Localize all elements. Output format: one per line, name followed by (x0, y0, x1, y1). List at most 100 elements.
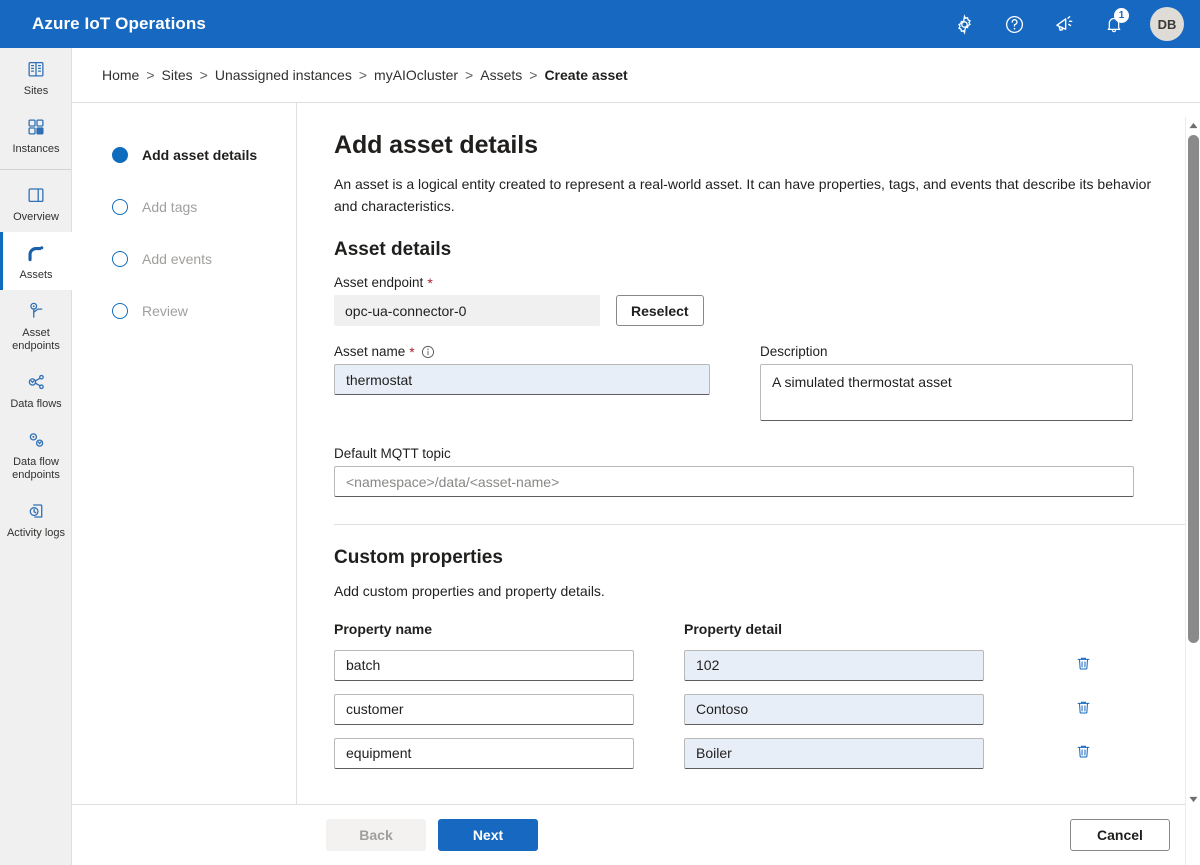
step-indicator-icon (112, 199, 128, 215)
delete-property-button[interactable] (1067, 693, 1099, 725)
property-detail-input[interactable] (684, 737, 984, 769)
back-button[interactable]: Back (326, 819, 426, 851)
asset-name-field-group: Asset name * (334, 344, 710, 426)
sidebar-item-label: Asset endpoints (12, 327, 60, 352)
next-button[interactable]: Next (438, 819, 538, 851)
breadcrumb-item-current: Create asset (544, 67, 628, 83)
sidebar-item-label: Sites (23, 85, 49, 97)
vertical-scrollbar[interactable] (1185, 117, 1200, 865)
sidebar-item-assets[interactable]: Assets (0, 232, 72, 290)
asset-endpoint-label: Asset endpoint * (334, 275, 600, 290)
data-flow-endpoints-icon (25, 429, 48, 451)
breadcrumb-item-home[interactable]: Home (102, 67, 139, 83)
description-textarea[interactable]: A simulated thermostat asset (760, 364, 1133, 421)
property-name-input[interactable] (334, 737, 634, 769)
sidebar-item-activity-logs[interactable]: Activity logs (0, 490, 72, 548)
breadcrumb-item-myaiocluster[interactable]: myAIOcluster (374, 67, 458, 83)
sidebar-item-label: Activity logs (6, 527, 66, 539)
app-title: Azure IoT Operations (32, 14, 206, 33)
wizard-body: Add asset details Add tags Add events Re… (72, 102, 1200, 804)
step-label: Add tags (142, 199, 198, 215)
wizard-step-add-tags[interactable]: Add tags (72, 181, 296, 233)
property-name-input[interactable] (334, 649, 634, 681)
page-title: Add asset details (334, 131, 538, 159)
page-description: An asset is a logical entity created to … (334, 176, 1152, 214)
description-field-group: Description A simulated thermostat asset (760, 344, 1133, 426)
feedback-icon[interactable] (1048, 8, 1080, 40)
trash-icon (1075, 655, 1092, 675)
breadcrumb-separator: > (146, 67, 155, 83)
info-icon[interactable] (421, 345, 435, 359)
asset-details-heading: Asset details (334, 239, 452, 260)
trash-icon (1075, 699, 1092, 719)
sidebar-item-label: Data flows (10, 398, 62, 410)
step-indicator-icon (112, 147, 128, 163)
sidebar-item-data-flows[interactable]: Data flows (0, 361, 72, 419)
breadcrumb-item-assets[interactable]: Assets (480, 67, 522, 83)
scroll-up-arrow-icon[interactable] (1186, 117, 1200, 133)
delete-property-button[interactable] (1067, 649, 1099, 681)
sidebar-item-instances[interactable]: Instances (0, 106, 72, 164)
trash-icon (1075, 743, 1092, 763)
sidebar-item-label: Instances (12, 143, 60, 155)
asset-name-label-text: Asset name (334, 344, 406, 359)
step-label: Add asset details (142, 147, 258, 163)
description-label-text: Description (760, 344, 828, 359)
app-header: Azure IoT Operations 1 DB (0, 0, 1200, 48)
wizard-step-add-asset-details[interactable]: Add asset details (72, 129, 296, 181)
asset-endpoint-row: Asset endpoint * Reselect (334, 275, 1160, 326)
mqtt-topic-input[interactable] (334, 466, 1134, 497)
custom-properties-header-row: Property name Property detail (334, 621, 1160, 637)
sidebar-item-label: Overview (13, 211, 59, 223)
mqtt-topic-label-text: Default MQTT topic (334, 446, 451, 461)
required-marker: * (427, 274, 433, 291)
custom-properties-description: Add custom properties and property detai… (334, 583, 605, 599)
notification-bell-icon[interactable]: 1 (1098, 8, 1130, 40)
sidebar-item-sites[interactable]: Sites (0, 48, 72, 106)
column-header-property-name: Property name (334, 621, 433, 637)
wizard-steps: Add asset details Add tags Add events Re… (72, 103, 297, 804)
custom-property-row (334, 737, 1160, 769)
breadcrumb-separator: > (529, 67, 538, 83)
gear-icon[interactable] (948, 8, 980, 40)
wizard-step-review[interactable]: Review (72, 285, 296, 337)
help-icon[interactable] (998, 8, 1030, 40)
reselect-button[interactable]: Reselect (616, 295, 704, 326)
asset-name-label: Asset name * (334, 344, 710, 359)
sidebar-item-label: Assets (19, 269, 53, 281)
form-content: Add asset details An asset is a logical … (297, 103, 1200, 804)
footer-left-spacer (72, 804, 300, 865)
scroll-down-arrow-icon[interactable] (1186, 791, 1200, 807)
sidebar-item-overview[interactable]: Overview (0, 174, 72, 232)
wizard-step-add-events[interactable]: Add events (72, 233, 296, 285)
property-name-input[interactable] (334, 693, 634, 725)
column-header-actions (1034, 621, 1094, 637)
breadcrumb-item-sites[interactable]: Sites (162, 67, 193, 83)
mqtt-topic-field-group: Default MQTT topic (334, 446, 1134, 497)
header-actions: 1 DB (948, 7, 1184, 41)
breadcrumb-separator: > (465, 67, 474, 83)
scrollbar-thumb[interactable] (1188, 135, 1199, 643)
asset-endpoints-icon (25, 300, 48, 322)
sites-icon (25, 58, 47, 80)
breadcrumb-item-unassigned-instances[interactable]: Unassigned instances (215, 67, 352, 83)
description-label: Description (760, 344, 1133, 359)
overview-icon (25, 184, 47, 206)
assets-icon (24, 242, 48, 264)
mqtt-topic-label: Default MQTT topic (334, 446, 1134, 461)
sidebar-item-label: Data flow endpoints (12, 456, 60, 481)
notification-badge: 1 (1114, 8, 1129, 23)
property-detail-input[interactable] (684, 649, 984, 681)
asset-name-input[interactable] (334, 364, 710, 395)
cancel-button[interactable]: Cancel (1070, 819, 1170, 851)
asset-endpoint-input (334, 295, 600, 326)
asset-endpoint-label-text: Asset endpoint (334, 275, 424, 290)
step-indicator-icon (112, 303, 128, 319)
property-detail-input[interactable] (684, 693, 984, 725)
avatar[interactable]: DB (1150, 7, 1184, 41)
delete-property-button[interactable] (1067, 737, 1099, 769)
column-header-property-detail: Property detail (684, 621, 783, 637)
step-indicator-icon (112, 251, 128, 267)
sidebar-item-asset-endpoints[interactable]: Asset endpoints (0, 290, 72, 361)
sidebar-item-data-flow-endpoints[interactable]: Data flow endpoints (0, 419, 72, 490)
